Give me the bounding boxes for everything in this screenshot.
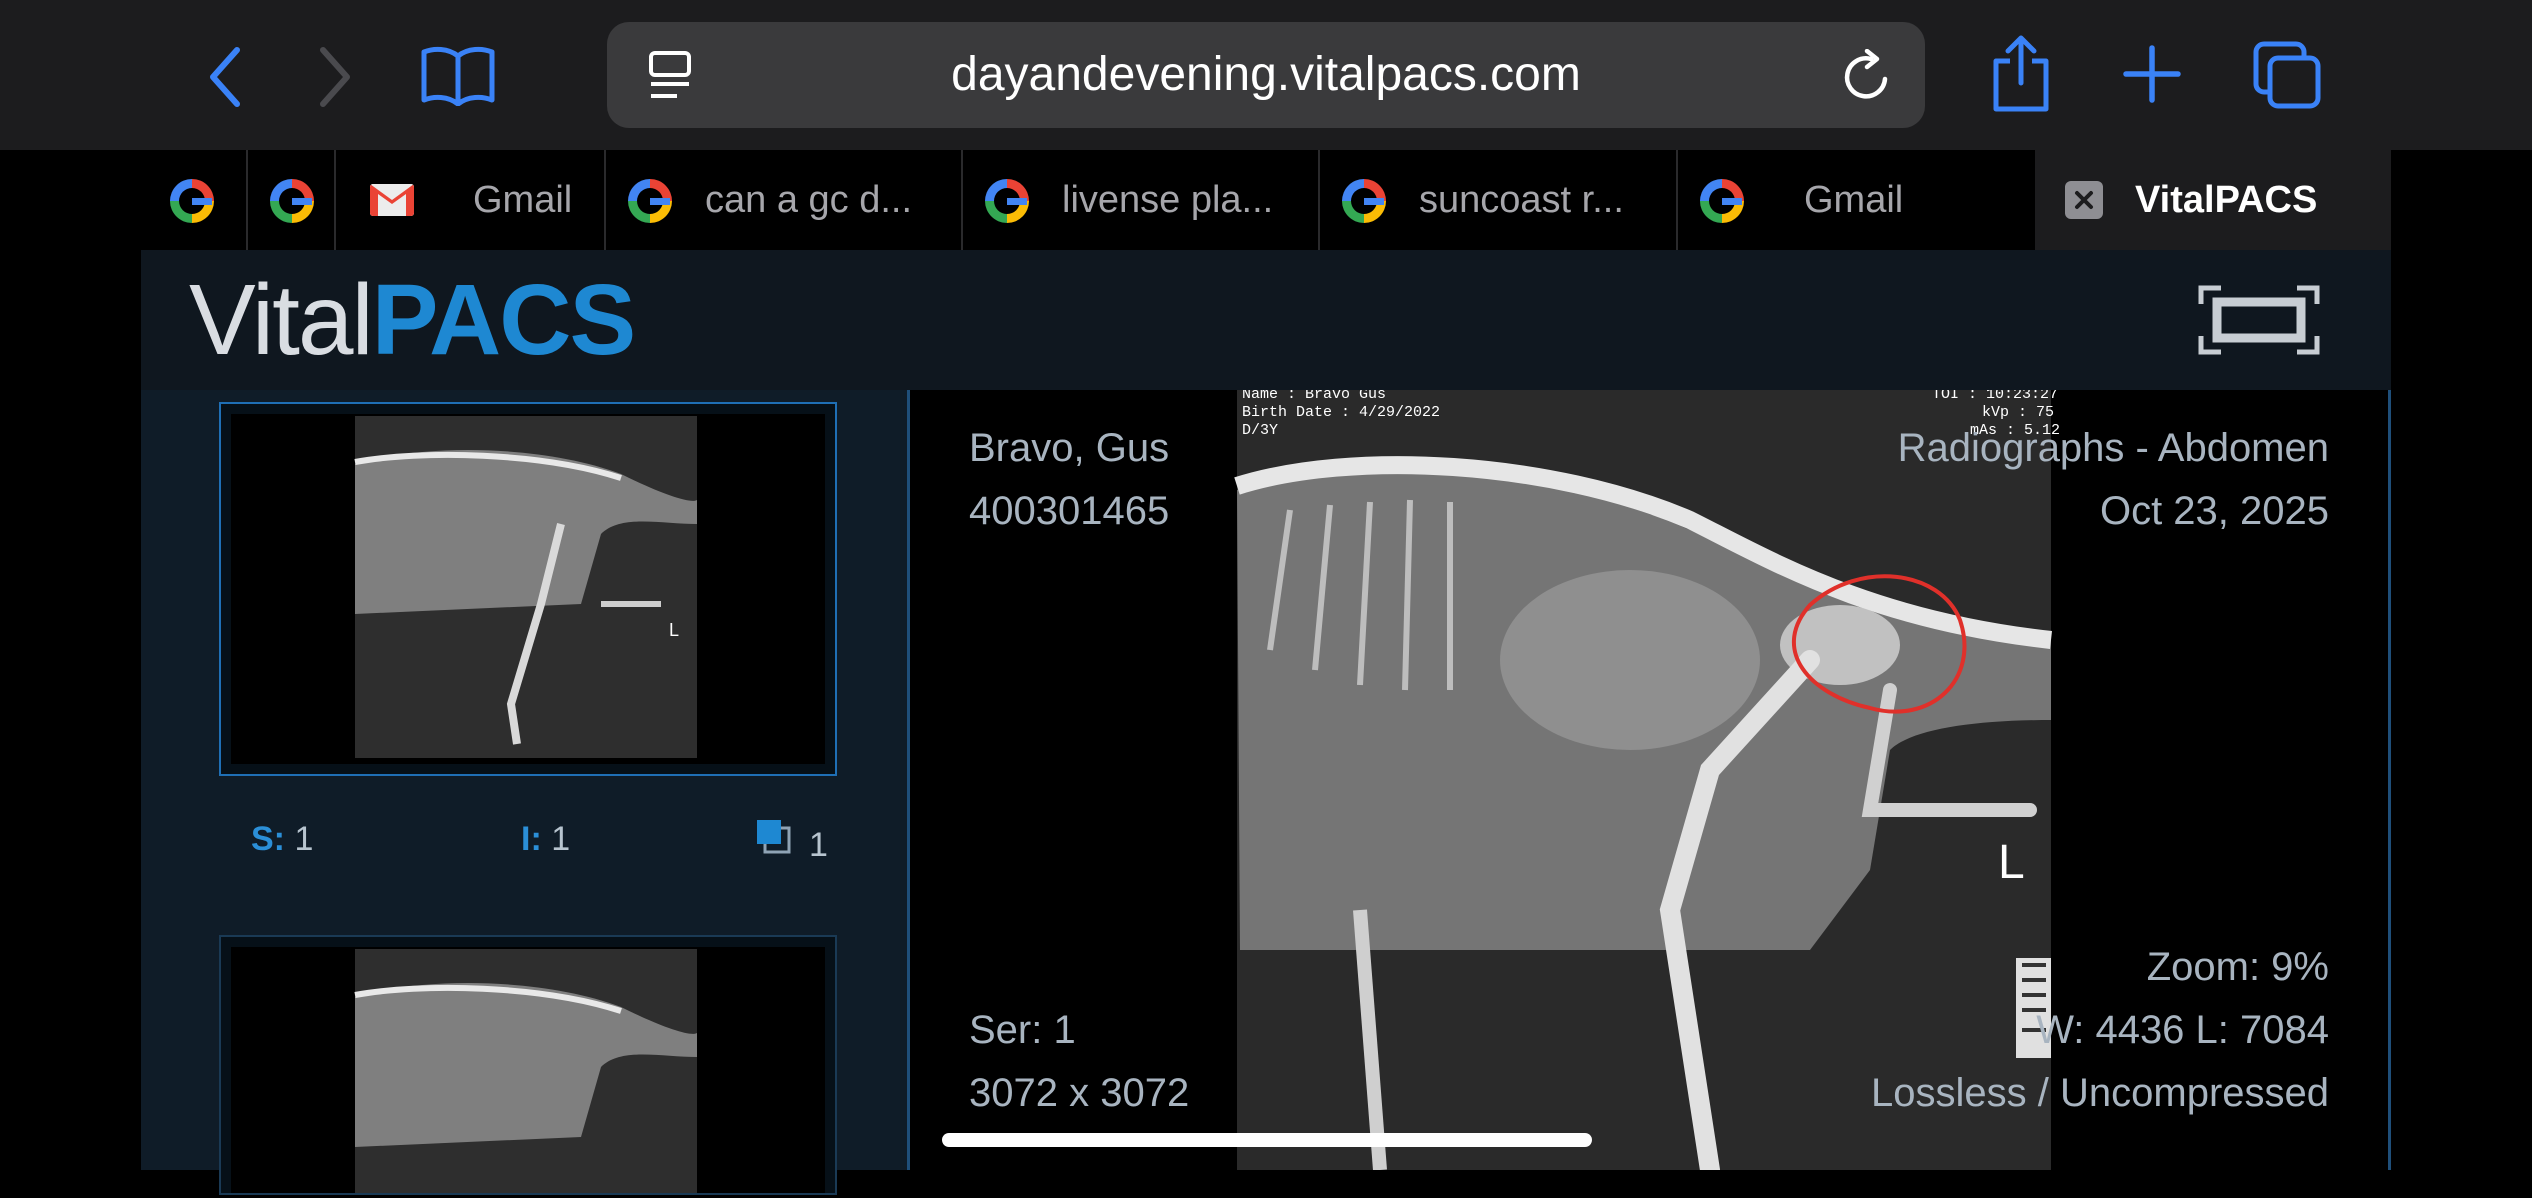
tab-label: can a gc d... [705,179,913,221]
tab-google-2[interactable] [248,150,336,250]
address-bar[interactable]: dayandevening.vitalpacs.com [607,22,1925,128]
google-icon [1342,179,1386,223]
app-header: VitalPACS [141,250,2391,392]
xray-thumbnail-image [231,947,825,1193]
vitalpacs-logo: VitalPACS [189,264,636,376]
google-icon [270,179,314,223]
series-info: Ser: 1 3072 x 3072 [969,999,1189,1125]
tab-vitalpacs[interactable]: VitalPACS [2035,150,2391,250]
home-indicator[interactable] [942,1133,1592,1147]
tab-label: Gmail [1804,179,1904,221]
patient-name: Bravo, Gus [969,426,1170,470]
share-icon[interactable] [1988,34,2054,114]
study-date: Oct 23, 2025 [2099,489,2329,533]
image-dimensions: 3072 x 3072 [969,1071,1190,1115]
browser-toolbar: dayandevening.vitalpacs.com [0,0,2532,150]
study-description: Radiographs - Abdomen [1897,426,2329,470]
bookmarks-book-icon[interactable] [418,40,498,110]
close-icon[interactable] [2065,181,2103,219]
svg-text:Birth Date : 4/29/2022: Birth Date : 4/29/2022 [1242,404,1440,421]
svg-text:Name : Bravo Gus: Name : Bravo Gus [1242,390,1386,403]
new-tab-plus-icon[interactable] [2122,44,2182,104]
google-icon [985,179,1029,223]
tab-google-1[interactable] [148,150,248,250]
thumbnail-panel: L S: 1 I: 1 1 [141,390,907,1195]
thumbnail-2[interactable] [219,935,837,1195]
tab-label: livense pla... [1062,179,1274,221]
tab-bar: Gmail can a gc d... livense pla... sunco… [0,150,2532,250]
zoom-level: Zoom: 9% [2146,945,2329,989]
xray-thumbnail-image: L [231,414,825,764]
svg-text:D/3Y: D/3Y [1242,422,1278,439]
thumbnail-series-meta: S: 1 [251,820,314,858]
tab-label: VitalPACS [2135,179,2318,221]
gmail-icon [370,184,414,216]
display-info: Zoom: 9% W: 4436 L: 7084 Lossless / Unco… [1871,936,2329,1125]
vitalpacs-page: VitalPACS L S: 1 I: 1 1 L Name: Bravo G… [141,250,2391,1195]
stack-count: 1 [809,826,828,864]
lateral-marker: L [669,620,679,640]
window-level: W: 4436 L: 7084 [2036,1008,2329,1052]
tab-search-gc[interactable]: can a gc d... [606,150,963,250]
tab-search-suncoast[interactable]: suncoast r... [1320,150,1678,250]
tab-label: Gmail [473,179,573,221]
image-viewer[interactable]: L Name : Bravo Gus Birth Date : 4/29/202… [907,390,2391,1170]
lateral-marker: L [1998,836,2025,889]
tab-gmail-2[interactable]: Gmail [1678,150,2035,250]
patient-id: 400301465 [969,489,1170,533]
google-icon [1700,179,1744,223]
compression-status: Lossless / Uncompressed [1871,1071,2329,1115]
tabs-overview-icon[interactable] [2252,40,2324,112]
google-icon [170,179,214,223]
url-text: dayandevening.vitalpacs.com [951,48,1581,101]
svg-text:TOI : 10:23:27: TOI : 10:23:27 [1932,390,2058,403]
google-icon [628,179,672,223]
patient-info: Bravo, Gus 400301465 [969,417,1169,543]
stack-icon [755,818,791,854]
forward-chevron-icon[interactable] [305,42,365,112]
tab-search-license[interactable]: livense pla... [963,150,1320,250]
reload-icon[interactable] [1839,48,1895,104]
series-number: Ser: 1 [969,1008,1076,1052]
tab-gmail[interactable]: Gmail [336,150,606,250]
fullscreen-icon[interactable] [2197,284,2321,356]
study-info: Radiographs - Abdomen Oct 23, 2025 [1898,417,2329,543]
thumbnail-image-meta: I: 1 [521,820,571,858]
back-chevron-icon[interactable] [195,42,255,112]
thumbnail-1[interactable]: L [219,402,837,776]
tab-label: suncoast r... [1419,179,1624,221]
